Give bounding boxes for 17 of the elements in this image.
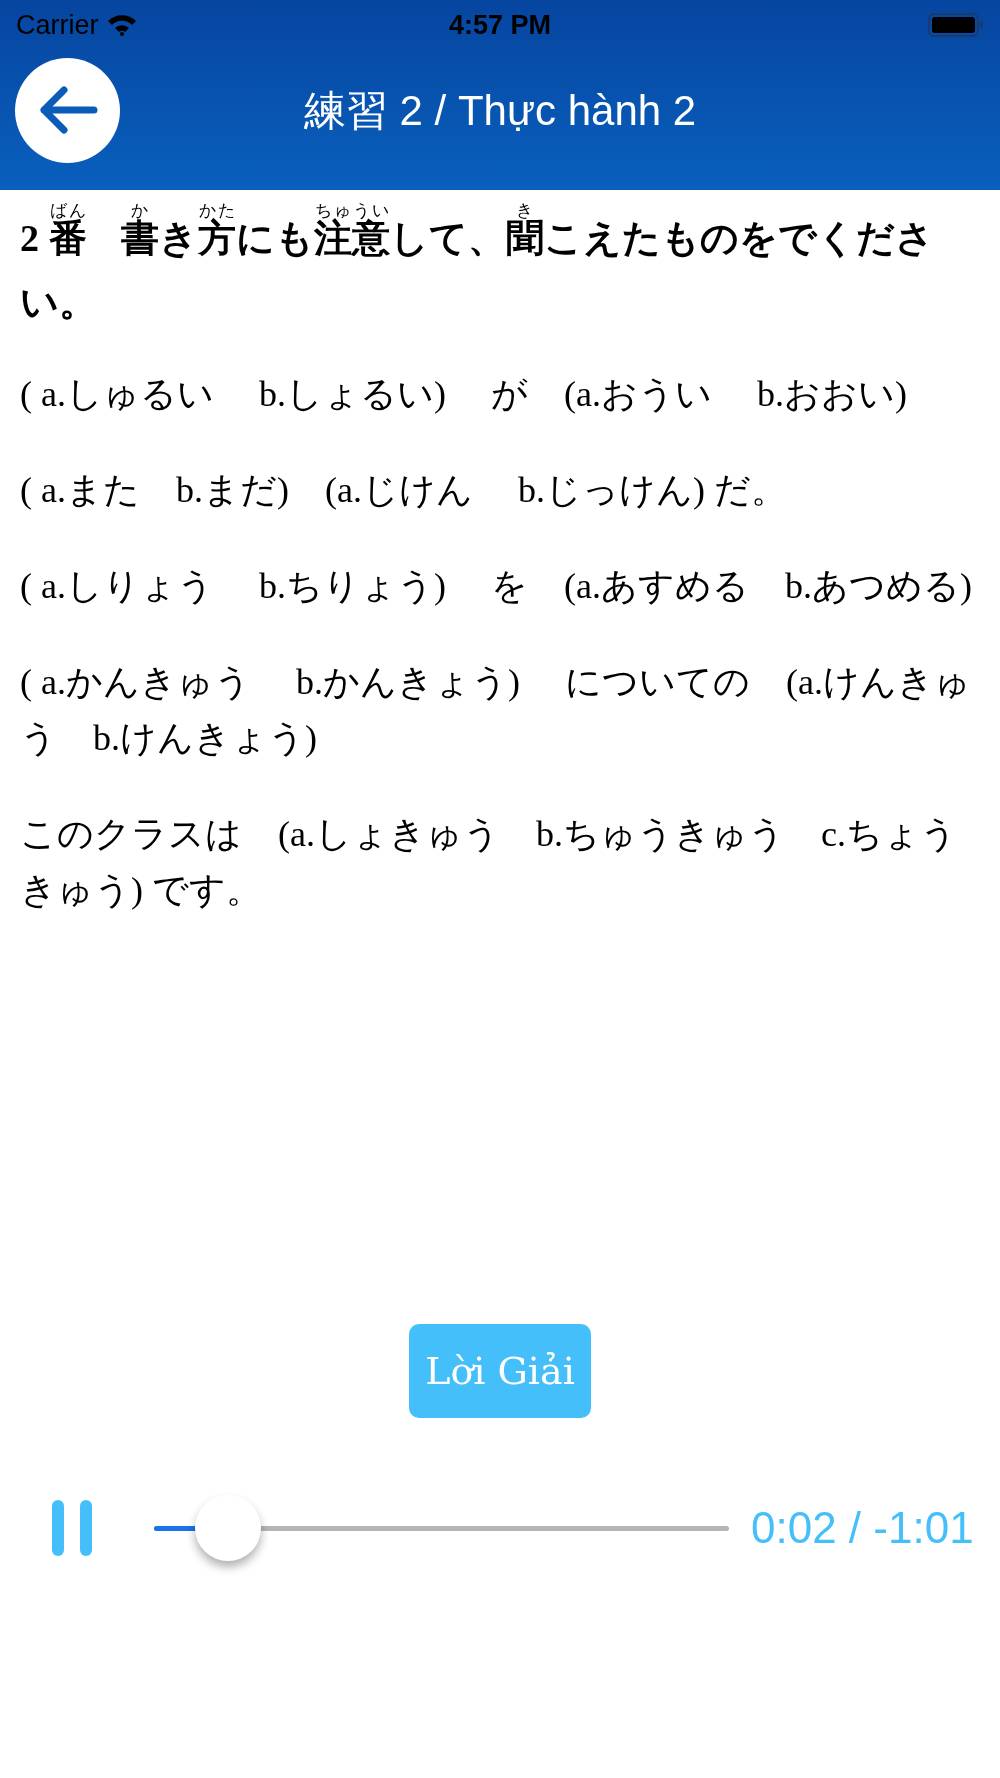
progress-slider[interactable] <box>154 1495 729 1561</box>
time-label: 0:02 / -1:01 <box>751 1502 974 1554</box>
answer-line: このクラスは (a.しょきゅう b.ちゅうきゅう c.ちょうきゅう) です。 <box>20 813 958 912</box>
answer-line: ( a.しゅるい b.しょるい) が (a.おうい b.おおい) <box>20 373 908 416</box>
answer-line: ( a.かんきゅう b.かんきょう) についての (a.けんきゅう b.けんきょう) <box>20 661 972 760</box>
answer-line: ( a.しりょう b.ちりょう) を (a.あすめる b.あつめる) <box>20 565 973 608</box>
back-arrow-icon <box>37 86 98 134</box>
solution-button[interactable]: Lời Giải <box>409 1324 591 1418</box>
screen-title: 練習 2 / Thực hành 2 <box>302 85 698 136</box>
wifi-icon <box>106 14 137 36</box>
battery-icon <box>928 13 984 37</box>
carrier-label: Carrier <box>16 8 99 42</box>
status-time: 4:57 PM <box>449 8 551 42</box>
answer-line: ( a.また b.まだ) (a.じけん b.じっけん) だ。 <box>20 469 788 512</box>
slider-thumb[interactable] <box>194 1495 261 1561</box>
question-title: 2 番 ばん 書 か き方 かた にも注意 ちゅうい して、聞 き こえたものをでください。 <box>20 202 935 325</box>
pause-icon[interactable] <box>50 1498 94 1558</box>
